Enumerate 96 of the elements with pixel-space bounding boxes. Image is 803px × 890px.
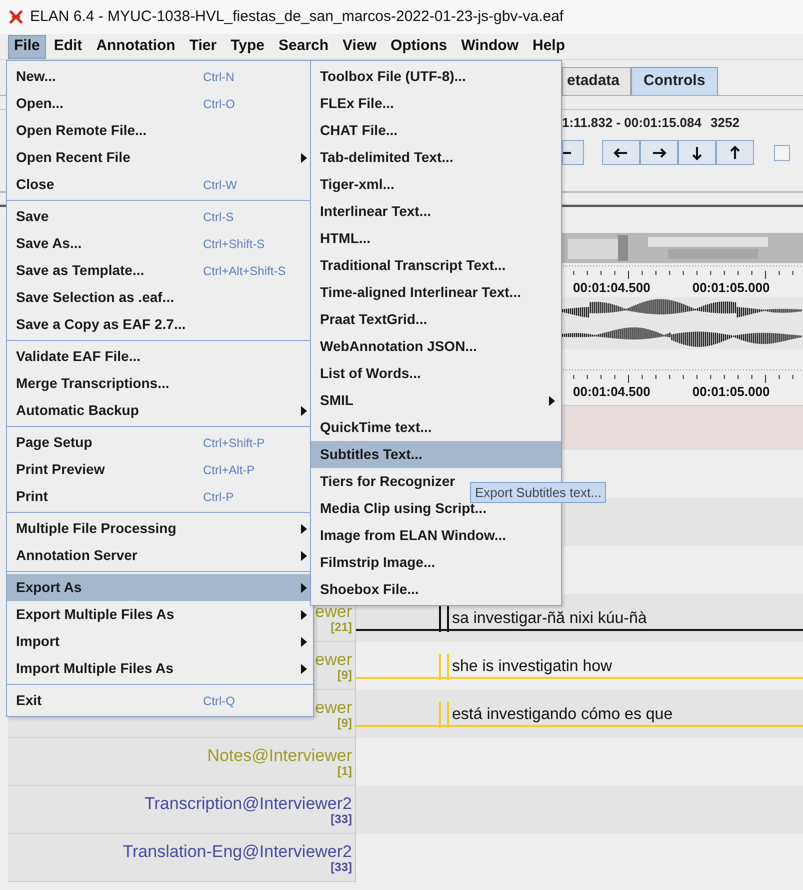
tier-label[interactable]: Translation-Eng@Interviewer2 xyxy=(122,842,352,860)
menu-item[interactable]: Open... Ctrl-O xyxy=(7,90,313,117)
annotation-text[interactable]: está investigando cómo es que xyxy=(452,706,673,723)
menu-bar-item[interactable]: Search xyxy=(272,34,335,58)
menu-item[interactable]: Merge Transcriptions... xyxy=(7,370,313,397)
time-label: 00:01:04.500 xyxy=(573,383,650,402)
time-label: 00:01:05.000 xyxy=(692,279,770,298)
shortcut-label: Ctrl+Alt+Shift-S xyxy=(203,262,286,280)
menu-bar-item[interactable]: File xyxy=(8,34,46,58)
checkbox[interactable] xyxy=(774,144,790,160)
menu-item[interactable]: Validate EAF File... xyxy=(7,343,313,370)
navigation-button[interactable] xyxy=(640,140,678,165)
menu-bar-item[interactable]: Type xyxy=(224,34,270,58)
annotation-text[interactable]: sa investigar-ñă nixi kúu-ñà xyxy=(452,610,647,627)
menu-bar-item[interactable]: Tier xyxy=(183,34,223,58)
menu-item[interactable]: Tab-delimited Text... xyxy=(311,144,561,171)
menu-item[interactable]: Toolbox File (UTF-8)... xyxy=(311,63,561,90)
menu-bar-item[interactable]: Options xyxy=(384,34,454,58)
menu-item[interactable]: QuickTime text... xyxy=(311,414,561,441)
menu-item[interactable]: Exit Ctrl-Q xyxy=(7,687,313,714)
viewer-tab[interactable]: Controls xyxy=(630,67,718,95)
shortcut-label: Ctrl-Q xyxy=(203,692,235,710)
shortcut-label: Ctrl-N xyxy=(203,68,234,86)
menu-item[interactable]: SMIL xyxy=(311,387,561,414)
menu-item[interactable]: Export As xyxy=(7,574,313,601)
boundary-mark xyxy=(447,702,449,728)
tier-label[interactable]: Transcription@Interviewer2 xyxy=(144,794,352,812)
menu-item[interactable]: List of Words... xyxy=(311,360,561,387)
menu-bar-item[interactable]: Window xyxy=(455,34,524,58)
boundary-mark xyxy=(439,654,441,680)
menu-item[interactable]: Praat TextGrid... xyxy=(311,306,561,333)
shortcut-label: Ctrl-S xyxy=(203,208,234,226)
annotation-count: [33] xyxy=(330,860,352,874)
viewer-tab[interactable]: etadata xyxy=(562,67,631,95)
shortcut-label: Ctrl+Alt-P xyxy=(203,462,255,478)
menu-item[interactable]: New... Ctrl-N xyxy=(7,63,313,90)
menu-item[interactable]: Print Preview Ctrl+Alt-P xyxy=(7,456,313,483)
shortcut-label: Ctrl-W xyxy=(203,176,237,194)
boundary-mark xyxy=(439,702,441,728)
menu-item[interactable]: Save as Template... Ctrl+Alt+Shift-S xyxy=(7,257,313,284)
menu-item[interactable]: Time-aligned Interlinear Text... xyxy=(311,279,561,306)
menu-item[interactable]: Subtitles Text... xyxy=(311,441,561,468)
menu-item[interactable]: CHAT File... xyxy=(311,117,561,144)
menu-item[interactable]: WebAnnotation JSON... xyxy=(311,333,561,360)
menu-item[interactable]: Import xyxy=(7,628,313,655)
menu-item[interactable]: Traditional Transcript Text... xyxy=(311,252,561,279)
menu-item[interactable]: Filmstrip Image... xyxy=(311,549,561,576)
menu-item[interactable]: HTML... xyxy=(311,225,561,252)
window-title: ELAN 6.4 - MYUC-1038-HVL_fiestas_de_san_marcos-2022-01-23-js-gbv-va.eaf xyxy=(30,6,564,27)
boundary-mark xyxy=(447,606,449,632)
dash-icon xyxy=(563,152,571,154)
menu-bar-item[interactable]: Annotation xyxy=(90,34,182,58)
menu-item[interactable]: Open Remote File... xyxy=(7,117,313,144)
annotation-count: [1] xyxy=(337,764,352,778)
time-label: 00:01:05.000 xyxy=(692,383,770,402)
navigation-button[interactable] xyxy=(562,140,584,165)
shortcut-label: Ctrl-P xyxy=(203,488,234,506)
menu-item[interactable]: Open Recent File xyxy=(7,144,313,171)
menu-item[interactable]: Save As... Ctrl+Shift-S xyxy=(7,230,313,257)
navigation-button[interactable] xyxy=(602,140,640,165)
navigation-button[interactable] xyxy=(678,140,716,165)
menu-item[interactable]: Import Multiple Files As xyxy=(7,655,313,682)
annotation-count: [33] xyxy=(330,812,352,826)
menu-item[interactable]: Shoebox File... xyxy=(311,576,561,603)
tooltip: Export Subtitles text... xyxy=(470,482,606,503)
selection-range-text: 1:11.832 - 00:01:15.084 xyxy=(562,114,702,132)
menu-item[interactable]: Save a Copy as EAF 2.7... xyxy=(7,311,313,338)
shortcut-label: Ctrl-O xyxy=(203,96,235,112)
menu-item[interactable]: Page Setup Ctrl+Shift-P xyxy=(7,429,313,456)
menu-item[interactable]: Multiple File Processing xyxy=(7,515,313,542)
time-label: 00:01:04.500 xyxy=(573,279,650,298)
shortcut-label: Ctrl+Shift-S xyxy=(203,236,265,252)
shortcut-label: Ctrl+Shift-P xyxy=(203,434,265,452)
menu-item[interactable]: Tiger-xml... xyxy=(311,171,561,198)
menu-item[interactable]: Save Selection as .eaf... xyxy=(7,284,313,311)
menu-item[interactable]: Close Ctrl-W xyxy=(7,171,313,198)
menu-bar-item[interactable]: Help xyxy=(526,34,572,58)
menu-item[interactable]: Interlinear Text... xyxy=(311,198,561,225)
menu-item[interactable]: Image from ELAN Window... xyxy=(311,522,561,549)
boundary-mark xyxy=(439,606,441,632)
menu-item[interactable]: Print Ctrl-P xyxy=(7,483,313,510)
menu-item[interactable]: FLEx File... xyxy=(311,90,561,117)
menu-bar-item[interactable]: Edit xyxy=(48,34,88,58)
menu-item[interactable]: Annotation Server xyxy=(7,542,313,569)
boundary-mark xyxy=(447,654,449,680)
menu-bar-item[interactable]: View xyxy=(336,34,382,58)
annotation-count: [9] xyxy=(337,716,352,730)
menu-item[interactable]: Automatic Backup xyxy=(7,397,313,424)
navigation-button[interactable] xyxy=(716,140,754,165)
annotation-text[interactable]: she is investigatin how xyxy=(452,658,612,675)
frame-count-text: 3252 xyxy=(710,114,740,132)
menu-item[interactable]: Export Multiple Files As xyxy=(7,601,313,628)
app-logo-icon xyxy=(8,10,24,24)
menu-item[interactable]: Save Ctrl-S xyxy=(7,203,313,230)
annotation-count: [21] xyxy=(330,620,352,634)
annotation-count: [9] xyxy=(337,668,352,682)
